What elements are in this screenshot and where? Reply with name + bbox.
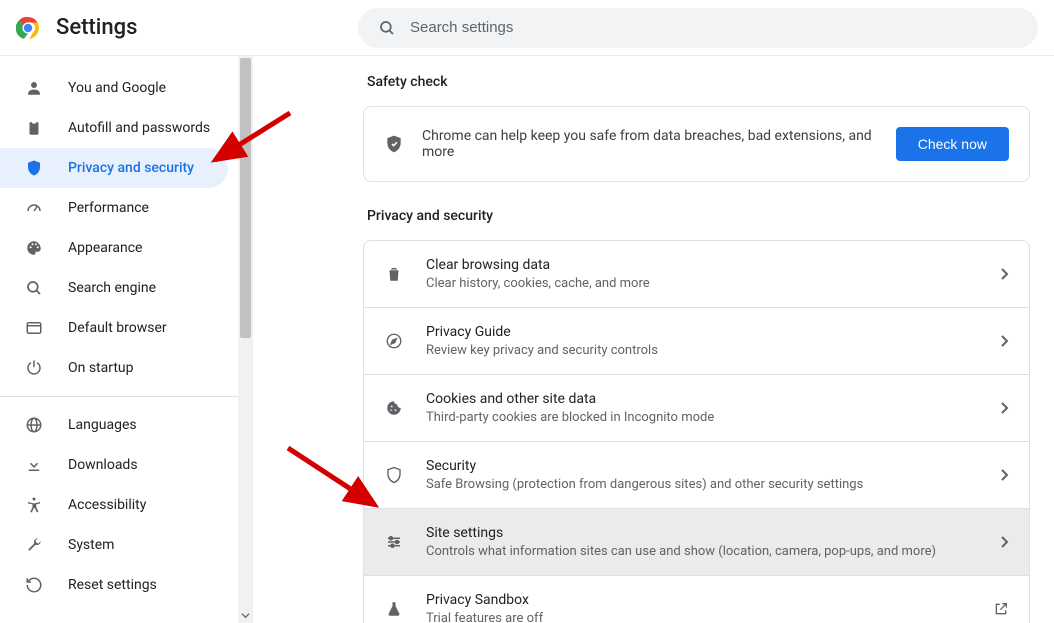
page-title: Settings (56, 15, 137, 40)
scrollbar-thumb[interactable] (240, 58, 251, 338)
sidebar-item-label: On startup (68, 360, 134, 376)
privacy-list-card: Clear browsing data Clear history, cooki… (363, 240, 1030, 623)
chrome-logo-icon (16, 16, 40, 40)
sidebar-item-label: System (68, 537, 114, 553)
sidebar-item-privacy[interactable]: Privacy and security (0, 148, 228, 188)
sidebar-item-label: Search engine (68, 280, 156, 296)
privacy-security-header: Privacy and security (367, 208, 1030, 224)
sidebar-item-on-startup[interactable]: On startup (0, 348, 228, 388)
shield-outline-icon (384, 465, 404, 485)
row-title: Clear browsing data (426, 257, 979, 273)
sidebar-item-downloads[interactable]: Downloads (0, 445, 228, 485)
sidebar-item-label: Accessibility (68, 497, 146, 513)
clipboard-icon (24, 118, 44, 138)
browser-icon (24, 318, 44, 338)
row-cookies[interactable]: Cookies and other site data Third-party … (364, 374, 1029, 441)
globe-icon (24, 415, 44, 435)
sidebar-scrollbar[interactable] (238, 56, 253, 623)
row-desc: Review key privacy and security controls (426, 343, 979, 358)
sidebar-item-appearance[interactable]: Appearance (0, 228, 228, 268)
search-bar[interactable] (358, 8, 1038, 48)
chevron-right-icon (1001, 469, 1009, 481)
row-security[interactable]: Security Safe Browsing (protection from … (364, 441, 1029, 508)
top-bar: Settings (0, 0, 1054, 56)
speedometer-icon (24, 198, 44, 218)
scrollbar-down-arrow-icon[interactable] (240, 610, 251, 621)
row-title: Security (426, 458, 979, 474)
sidebar-item-label: Reset settings (68, 577, 157, 593)
open-in-new-icon (993, 601, 1009, 617)
sidebar-item-system[interactable]: System (0, 525, 228, 565)
sidebar-item-label: Performance (68, 200, 149, 216)
shield-icon (24, 158, 44, 178)
row-desc: Trial features are off (426, 611, 971, 623)
sidebar-item-accessibility[interactable]: Accessibility (0, 485, 228, 525)
sidebar-item-label: Autofill and passwords (68, 120, 210, 136)
trash-icon (384, 264, 404, 284)
sidebar-item-performance[interactable]: Performance (0, 188, 228, 228)
chevron-right-icon (1001, 536, 1009, 548)
row-title: Privacy Guide (426, 324, 979, 340)
sidebar-item-label: Languages (68, 417, 137, 433)
brand: Settings (16, 15, 137, 40)
sidebar-divider (0, 396, 238, 397)
sidebar-item-label: Downloads (68, 457, 138, 473)
search-icon (378, 19, 396, 37)
row-privacy-sandbox[interactable]: Privacy Sandbox Trial features are off (364, 575, 1029, 623)
row-privacy-guide[interactable]: Privacy Guide Review key privacy and sec… (364, 307, 1029, 374)
safety-check-header: Safety check (367, 74, 1030, 90)
search-input[interactable] (410, 19, 1018, 36)
sidebar-item-autofill[interactable]: Autofill and passwords (0, 108, 228, 148)
cookie-icon (384, 398, 404, 418)
sidebar-item-reset[interactable]: Reset settings (0, 565, 228, 605)
tune-icon (384, 532, 404, 552)
safety-check-card: Chrome can help keep you safe from data … (363, 106, 1030, 182)
shield-check-icon (384, 134, 404, 154)
download-icon (24, 455, 44, 475)
check-now-button[interactable]: Check now (896, 127, 1009, 161)
chevron-right-icon (1001, 268, 1009, 280)
row-title: Cookies and other site data (426, 391, 979, 407)
main-content: Safety check Chrome can help keep you sa… (253, 56, 1054, 623)
person-icon (24, 78, 44, 98)
sidebar-item-label: Privacy and security (68, 160, 194, 176)
restore-icon (24, 575, 44, 595)
accessibility-icon (24, 495, 44, 515)
row-desc: Third-party cookies are blocked in Incog… (426, 410, 979, 425)
row-desc: Clear history, cookies, cache, and more (426, 276, 979, 291)
sidebar-item-search-engine[interactable]: Search engine (0, 268, 228, 308)
sidebar-item-label: Default browser (68, 320, 167, 336)
sidebar-item-languages[interactable]: Languages (0, 405, 228, 445)
row-title: Privacy Sandbox (426, 592, 971, 608)
row-desc: Controls what information sites can use … (426, 544, 979, 559)
sidebar-item-default-browser[interactable]: Default browser (0, 308, 228, 348)
row-site-settings[interactable]: Site settings Controls what information … (364, 508, 1029, 575)
sidebar-item-you-and-google[interactable]: You and Google (0, 68, 228, 108)
sidebar-nav: You and Google Autofill and passwords Pr… (0, 56, 238, 623)
row-desc: Safe Browsing (protection from dangerous… (426, 477, 979, 492)
palette-icon (24, 238, 44, 258)
chevron-right-icon (1001, 402, 1009, 414)
search-icon (24, 278, 44, 298)
chevron-right-icon (1001, 335, 1009, 347)
power-icon (24, 358, 44, 378)
flask-icon (384, 599, 404, 619)
row-clear-browsing-data[interactable]: Clear browsing data Clear history, cooki… (364, 241, 1029, 307)
sidebar-item-label: Appearance (68, 240, 142, 256)
row-title: Site settings (426, 525, 979, 541)
sidebar-item-label: You and Google (68, 80, 166, 96)
compass-icon (384, 331, 404, 351)
wrench-icon (24, 535, 44, 555)
safety-check-text: Chrome can help keep you safe from data … (422, 128, 878, 160)
